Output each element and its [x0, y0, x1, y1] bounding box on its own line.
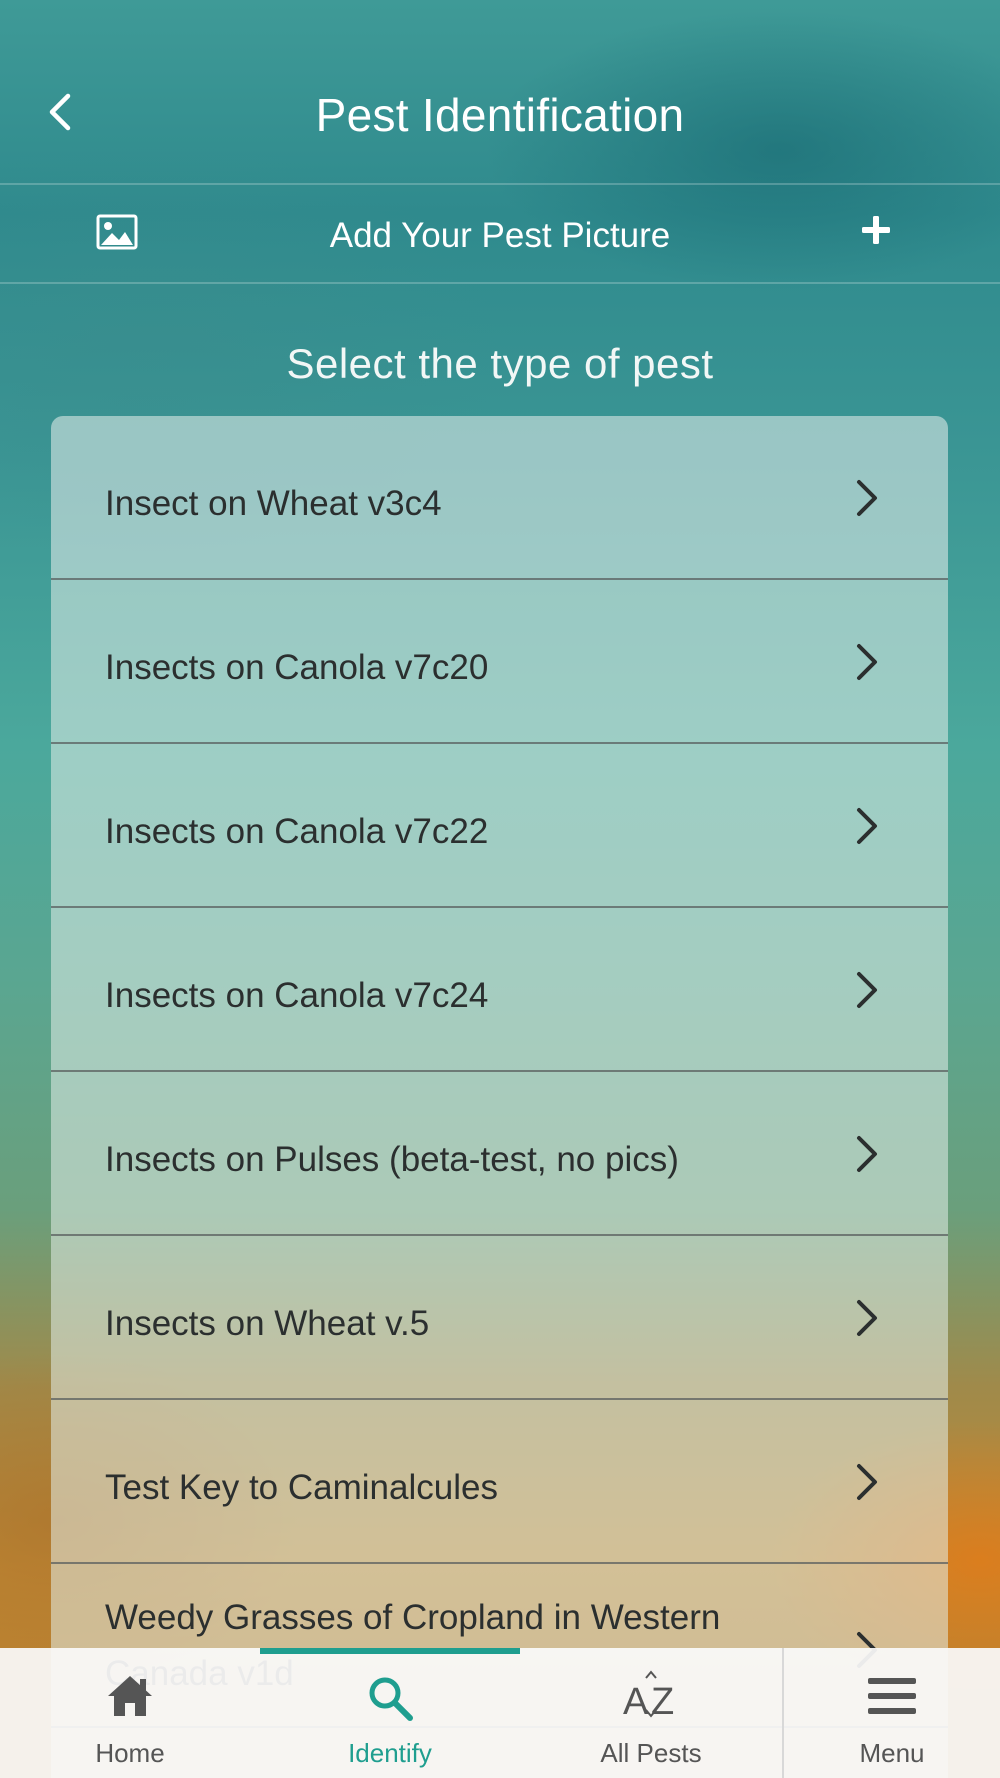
- home-icon: [108, 1676, 152, 1716]
- bottom-navigation: Home Identify A Z All Pests Menu: [0, 1648, 1000, 1778]
- plus-icon: [862, 216, 890, 244]
- section-title: Select the type of pest: [286, 340, 714, 387]
- list-item[interactable]: Insects on Canola v7c24: [51, 908, 948, 1072]
- chevron-right-icon: [857, 644, 877, 680]
- list-item-label: Insects on Canola v7c22: [105, 812, 489, 851]
- nav-identify[interactable]: Identify: [260, 1648, 520, 1778]
- nav-all-pests[interactable]: A Z All Pests: [520, 1648, 782, 1778]
- list-item-label: Test Key to Caminalcules: [105, 1468, 498, 1507]
- list-item[interactable]: Test Key to Caminalcules: [51, 1400, 948, 1564]
- list-item[interactable]: Insects on Pulses (beta-test, no pics): [51, 1072, 948, 1236]
- screen: Pest Identification Add Your Pest Pictur…: [0, 0, 1000, 1778]
- list-item-label: Insects on Wheat v.5: [105, 1304, 430, 1343]
- add-bar-divider: [0, 282, 1000, 284]
- nav-all-pests-label: All Pests: [600, 1738, 702, 1768]
- add-pest-picture-label: Add Your Pest Picture: [329, 216, 671, 255]
- chevron-right-icon: [857, 808, 877, 844]
- list-item[interactable]: Insects on Canola v7c22: [51, 744, 948, 908]
- list-item[interactable]: Insects on Canola v7c20: [51, 580, 948, 744]
- nav-home[interactable]: Home: [0, 1648, 260, 1778]
- nav-menu-label: Menu: [859, 1738, 925, 1768]
- chevron-right-icon: [857, 972, 877, 1008]
- svg-text:A: A: [623, 1681, 649, 1718]
- nav-identify-label: Identify: [348, 1738, 432, 1768]
- nav-menu[interactable]: Menu: [784, 1648, 1000, 1778]
- chevron-right-icon: [857, 1300, 877, 1336]
- az-sort-icon: A Z: [623, 1670, 674, 1718]
- list-item[interactable]: Insects on Wheat v.5: [51, 1236, 948, 1400]
- search-icon: [369, 1677, 413, 1721]
- list-item[interactable]: Insect on Wheat v3c4: [51, 416, 948, 580]
- header-divider: [0, 183, 1000, 185]
- hamburger-menu-icon: [868, 1678, 916, 1714]
- chevron-right-icon: [857, 1136, 877, 1172]
- chevron-right-icon: [857, 480, 877, 516]
- add-pest-picture-button[interactable]: Add Your Pest Picture: [0, 186, 1000, 282]
- app-header: Pest Identification: [0, 0, 1000, 184]
- chevron-right-icon: [857, 1464, 877, 1500]
- list-item-label: Insects on Pulses (beta-test, no pics): [105, 1140, 679, 1179]
- pest-type-list: Insect on Wheat v3c4 Insects on Canola v…: [51, 416, 948, 1778]
- list-item-label: Insect on Wheat v3c4: [105, 484, 442, 523]
- list-item-label: Insects on Canola v7c24: [105, 976, 489, 1015]
- nav-home-label: Home: [95, 1738, 165, 1768]
- list-item-label: Insects on Canola v7c20: [105, 648, 489, 687]
- page-title: Pest Identification: [315, 89, 685, 141]
